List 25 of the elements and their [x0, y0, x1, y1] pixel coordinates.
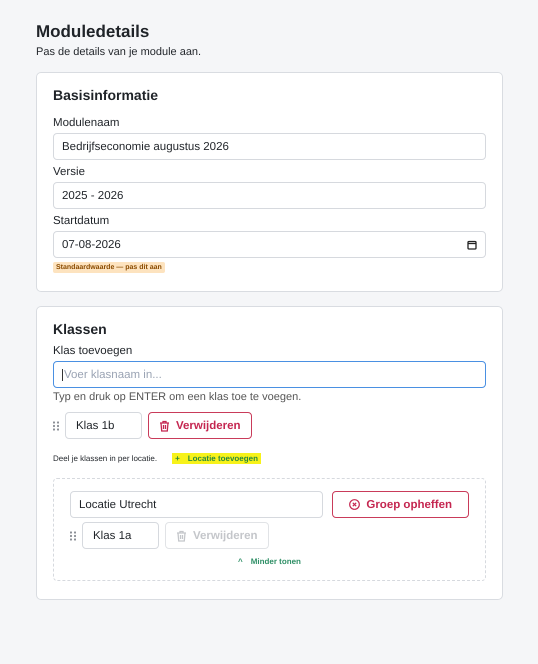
remove-button[interactable]: Verwijderen	[148, 412, 252, 439]
section-title: Klassen	[53, 321, 108, 337]
field-label: Versie	[53, 166, 86, 178]
date-field[interactable]: 07-08-2026	[53, 231, 486, 258]
trash-icon	[159, 420, 170, 432]
location-name-field[interactable]: Locatie Utrecht	[70, 491, 324, 518]
help-text: Typ en druk op ENTER om een klas toe te voegen.	[53, 391, 302, 403]
calendar-icon[interactable]	[467, 240, 477, 250]
page-title: Moduledetails	[36, 22, 150, 42]
add-location-link[interactable]: + Locatie toevoegen	[172, 453, 261, 464]
close-circle-icon	[349, 499, 360, 510]
show-less-button[interactable]: ^ Minder tonen	[232, 556, 307, 567]
trash-icon	[176, 530, 187, 542]
input-field[interactable]: 2025 - 2026	[53, 182, 486, 209]
field-label: Startdatum	[53, 215, 110, 227]
class-name-field[interactable]: Klas 1b	[65, 412, 142, 439]
drag-handle-icon[interactable]	[70, 530, 76, 540]
page-subtitle: Pas de details van je module aan.	[36, 46, 202, 58]
ungroup-button[interactable]: Groep opheffen	[332, 491, 469, 518]
location-text: Deel je klassen in per locatie.	[53, 454, 158, 463]
field-label: Klas toevoegen	[53, 345, 134, 357]
drag-handle-icon[interactable]	[53, 420, 59, 430]
input-field[interactable]: Bedrijfseconomie augustus 2026	[53, 133, 486, 160]
field-label: Modulenaam	[53, 117, 120, 129]
section-title: Basisinformatie	[53, 87, 160, 103]
